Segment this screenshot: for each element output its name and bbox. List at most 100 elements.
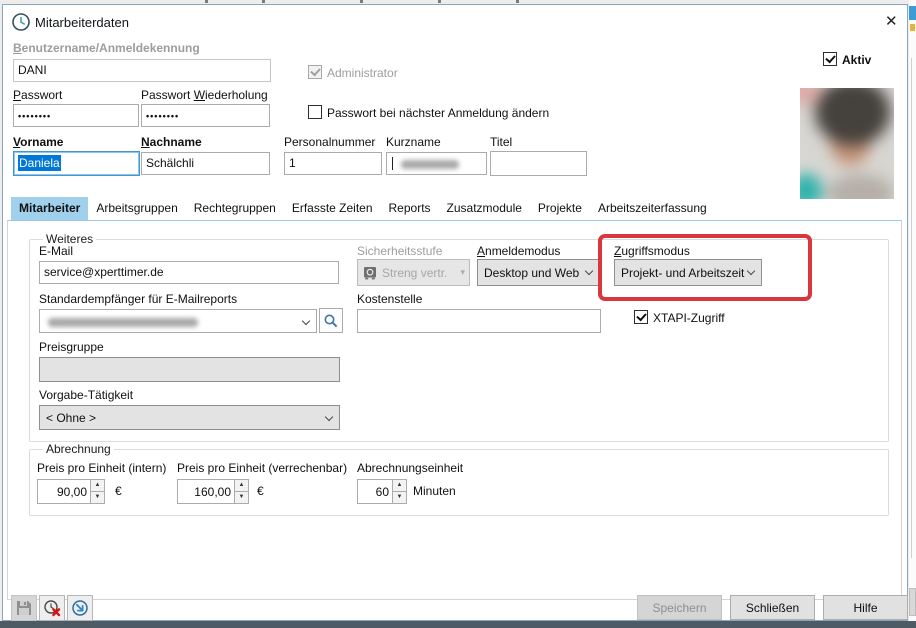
anmeldemodus-value: Desktop und Web <box>484 266 579 280</box>
aktiv-checkbox[interactable] <box>823 52 837 66</box>
preis-intern-label: Preis pro Einheit (intern) <box>37 461 166 475</box>
chevron-down-icon <box>585 267 593 275</box>
mitarbeiterdaten-dialog: Mitarbeiterdaten ✕ Benutzername/Anmeldek… <box>2 4 908 621</box>
titel-label: Titel <box>490 135 512 149</box>
background-selected-row <box>909 6 916 20</box>
vorgabe-value: < Ohne > <box>46 411 96 425</box>
anmeldemodus-label: Anmeldemodus <box>477 244 560 258</box>
nachname-label: Nachname <box>141 135 202 149</box>
preisgruppe-select[interactable] <box>39 357 340 382</box>
abrechnungseinheit-stepper[interactable]: 60 ▲▼ <box>357 479 407 504</box>
preis-verrechenbar-value: 160,00 <box>178 480 234 503</box>
spin-up-icon: ▲ <box>91 480 104 492</box>
xtapi-checkbox[interactable] <box>634 310 648 324</box>
tab-bar: Mitarbeiter Arbeitsgruppen Rechtegruppen… <box>11 196 715 220</box>
vorgabe-taetigkeit-label: Vorgabe-Tätigkeit <box>39 388 133 402</box>
sicherheitsstufe-select[interactable]: Streng vertr. ▾ <box>357 259 470 286</box>
window-bottom-edge <box>0 621 916 628</box>
speichern-button[interactable]: Speichern <box>637 595 722 620</box>
spinner-buttons[interactable]: ▲▼ <box>392 480 406 503</box>
email-input[interactable]: service@xperttimer.de <box>39 261 339 284</box>
preis-intern-unit: € <box>115 484 122 498</box>
preis-verrechenbar-unit: € <box>257 484 264 498</box>
username-input[interactable]: DANI <box>13 59 271 82</box>
empfaenger-label: Standardempfänger für E-Mailreports <box>39 292 237 306</box>
kurzname-label: Kurzname <box>386 135 441 149</box>
chevron-down-icon <box>325 413 333 421</box>
spinner-buttons[interactable]: ▲▼ <box>90 480 104 503</box>
anmeldemodus-select[interactable]: Desktop und Web <box>477 259 600 286</box>
screen: Mitarbeiterdaten ✕ Benutzername/Anmeldek… <box>0 0 916 628</box>
spin-down-icon: ▼ <box>393 492 406 503</box>
dropdown-arrow-icon: ▾ <box>460 267 465 278</box>
preis-verrechenbar-stepper[interactable]: 160,00 ▲▼ <box>177 479 249 504</box>
save-tool-button[interactable] <box>11 595 37 621</box>
administrator-checkbox[interactable] <box>308 65 322 79</box>
tab-arbeitsgruppen[interactable]: Arbeitsgruppen <box>88 197 185 220</box>
personalnummer-input[interactable]: 1 <box>284 152 382 175</box>
chevron-down-icon <box>302 317 310 325</box>
preis-verrechenbar-label: Preis pro Einheit (verrechenbar) <box>177 461 347 475</box>
search-icon <box>323 313 339 329</box>
kostenstelle-input[interactable] <box>357 309 601 333</box>
redacted-value <box>48 318 198 327</box>
background-button-edge <box>909 588 916 616</box>
background-warning-icon <box>910 24 915 31</box>
spin-up-icon: ▲ <box>393 480 406 492</box>
administrator-label: Administrator <box>327 66 398 80</box>
schliessen-button[interactable]: Schließen <box>730 595 815 620</box>
arrow-circle-icon <box>71 599 89 617</box>
abrechnung-groupbox <box>29 449 889 516</box>
sicherheitsstufe-value: Streng vertr. <box>382 266 447 280</box>
preisgruppe-label: Preisgruppe <box>39 340 104 354</box>
change-password-checkbox[interactable] <box>308 105 322 119</box>
vorname-input[interactable]: Daniela <box>13 151 140 176</box>
preis-intern-stepper[interactable]: 90,00 ▲▼ <box>37 479 105 504</box>
close-icon[interactable]: ✕ <box>885 14 898 30</box>
tab-reports[interactable]: Reports <box>381 197 439 220</box>
safe-icon <box>363 266 377 280</box>
abrechnung-group-label: Abrechnung <box>43 442 114 456</box>
tab-erfasste-zeiten[interactable]: Erfasste Zeiten <box>284 197 381 220</box>
password-input[interactable]: •••••••• <box>13 104 139 127</box>
spin-up-icon: ▲ <box>235 480 248 492</box>
aktiv-label: Aktiv <box>842 53 871 67</box>
tab-zusatzmodule[interactable]: Zusatzmodule <box>439 197 530 220</box>
abrechnungseinheit-value: 60 <box>358 480 392 503</box>
clock-delete-icon <box>43 599 61 617</box>
hilfe-button[interactable]: Hilfe <box>823 595 908 620</box>
nachname-input[interactable]: Schälchli <box>141 152 270 175</box>
search-recipient-button[interactable] <box>319 308 343 333</box>
text-caret <box>392 157 393 170</box>
username-label: Benutzername/Anmeldekennung <box>13 41 200 55</box>
vorname-label: Vorname <box>13 135 63 149</box>
personalnummer-label: Personalnummer <box>284 135 375 149</box>
selected-text: Daniela <box>18 155 61 171</box>
sicherheitsstufe-label: Sicherheitsstufe <box>357 244 442 258</box>
tab-mitarbeiter[interactable]: Mitarbeiter <box>11 197 88 220</box>
preis-intern-value: 90,00 <box>38 480 90 503</box>
vorgabe-taetigkeit-select[interactable]: < Ohne > <box>39 405 340 430</box>
tab-rechtegruppen[interactable]: Rechtegruppen <box>186 197 284 220</box>
annotation-red-box <box>598 234 812 301</box>
abrechnungseinheit-label: Abrechnungseinheit <box>357 461 463 475</box>
empfaenger-select[interactable] <box>39 309 317 333</box>
spinner-buttons[interactable]: ▲▼ <box>234 480 248 503</box>
titel-select[interactable] <box>490 151 587 176</box>
password-repeat-input[interactable]: •••••••• <box>141 104 270 127</box>
tab-arbeitszeiterfassung[interactable]: Arbeitszeiterfassung <box>590 197 715 220</box>
login-as-user-button[interactable] <box>67 595 93 621</box>
email-label: E-Mail <box>39 244 73 258</box>
spin-down-icon: ▼ <box>91 492 104 503</box>
background-divider <box>911 58 912 558</box>
password-label: Passwort <box>13 88 62 102</box>
kurzname-input[interactable] <box>386 152 487 175</box>
tab-projekte[interactable]: Projekte <box>530 197 590 220</box>
change-password-label: Passwort bei nächster Anmeldung ändern <box>327 106 549 120</box>
dialog-title: Mitarbeiterdaten <box>35 15 129 30</box>
password-repeat-label: Passwort Wiederholung <box>141 88 268 102</box>
delete-time-button[interactable] <box>39 595 65 621</box>
xtapi-label: XTAPI-Zugriff <box>653 311 725 325</box>
spin-down-icon: ▼ <box>235 492 248 503</box>
abrechnungseinheit-unit: Minuten <box>413 484 456 498</box>
